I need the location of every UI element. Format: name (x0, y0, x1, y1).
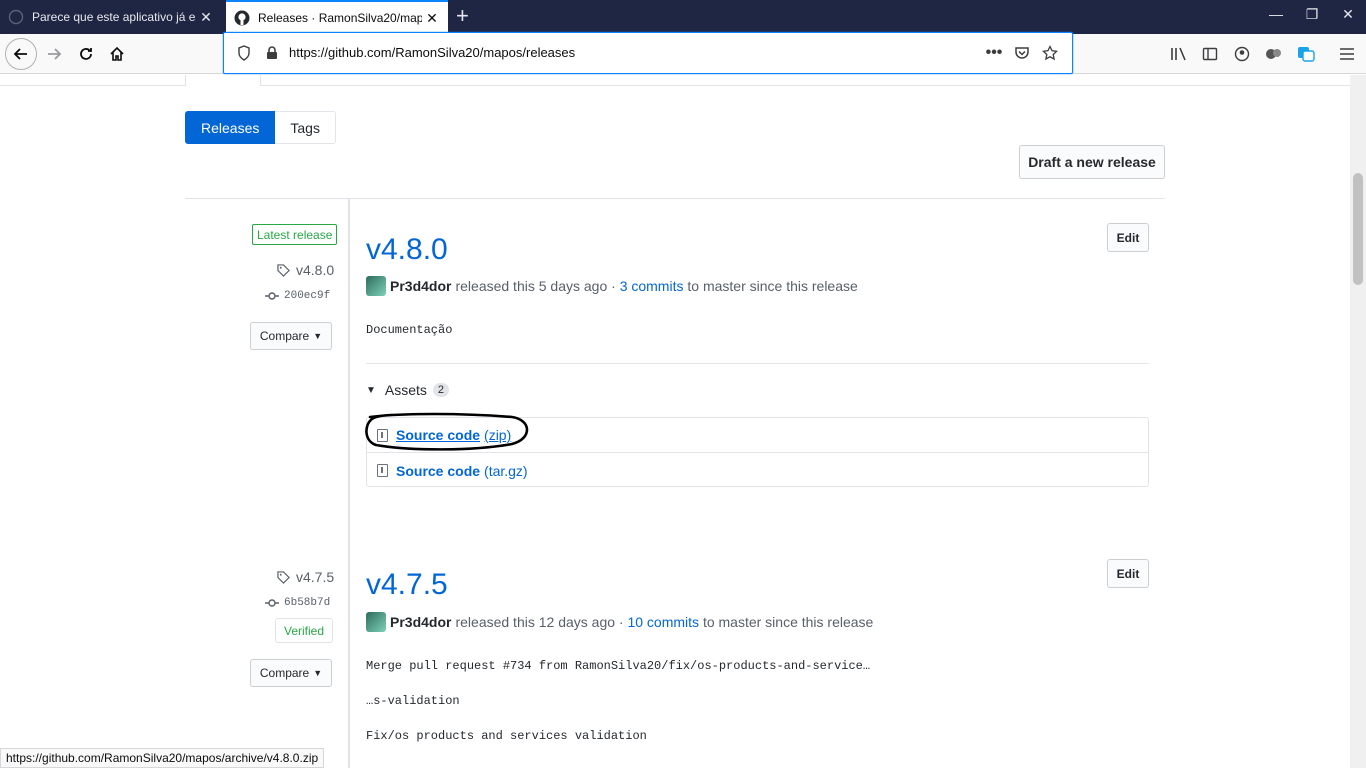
verified-badge[interactable]: Verified (275, 618, 334, 643)
release-body-line: …s-validation (366, 694, 460, 708)
compare-label: Compare (259, 329, 310, 343)
minimize-icon[interactable]: — (1264, 6, 1288, 22)
release-byline: Pr3d4dor released this 12 days ago · 10 … (366, 612, 873, 632)
repo-nav-selected-tab[interactable] (185, 75, 261, 86)
commits-link[interactable]: 3 commits (620, 278, 684, 294)
pocket-icon[interactable] (1013, 44, 1031, 62)
asset-type[interactable]: (tar.gz) (484, 463, 528, 479)
author-link[interactable]: Pr3d4dor (390, 614, 451, 630)
timeline-divider (348, 199, 350, 768)
library-icon[interactable] (1169, 44, 1189, 64)
menu-icon[interactable] (1337, 44, 1357, 64)
file-zip-icon (377, 464, 388, 477)
repo-nav-strip (0, 75, 1350, 86)
browser-tab-active[interactable]: Releases · RamonSilva20/mapo ✕ (226, 0, 448, 34)
globe-icon (8, 9, 24, 25)
reload-icon (80, 48, 92, 60)
tag-icon (277, 263, 290, 277)
draft-new-release-button[interactable]: Draft a new release (1019, 145, 1165, 179)
commit-sha: 200ec9f (284, 290, 331, 302)
avatar[interactable] (366, 276, 386, 296)
reload-button[interactable] (72, 40, 100, 68)
page-content: Releases Tags Draft a new release Latest… (0, 75, 1350, 768)
release-commit[interactable]: 200ec9f (265, 290, 330, 302)
release-byline: Pr3d4dor released this 5 days ago · 3 co… (366, 276, 858, 296)
commit-icon (265, 292, 279, 300)
commits-link[interactable]: 10 commits (627, 614, 699, 630)
forward-button[interactable] (40, 40, 68, 68)
account-icon[interactable] (1232, 44, 1252, 64)
caret-down-icon: ▼ (313, 668, 323, 678)
divider (366, 363, 1149, 364)
edit-release-button[interactable]: Edit (1107, 559, 1149, 588)
commit-icon (265, 599, 279, 607)
arrow-left-icon (13, 48, 27, 60)
release-body-line: Fix/os products and services validation (366, 729, 647, 743)
github-icon (234, 10, 250, 26)
tab-tags[interactable]: Tags (275, 111, 336, 144)
latest-release-badge: Latest release (252, 224, 338, 245)
extension-icon[interactable] (1264, 44, 1284, 64)
since-text: to master since this release (702, 614, 874, 630)
assets-count: 2 (432, 383, 450, 397)
release-commit[interactable]: 6b58b7d (265, 597, 330, 609)
tab-title: Releases · RamonSilva20/mapo (258, 11, 422, 25)
bookmark-star-icon[interactable] (1041, 44, 1059, 62)
tag-icon (277, 570, 290, 584)
home-icon (110, 46, 124, 61)
browser-tab-bar: Parece que este aplicativo já est ✕ Rele… (0, 0, 1366, 34)
url-text[interactable]: https://github.com/RamonSilva20/mapos/re… (289, 45, 575, 60)
close-tab-icon[interactable]: ✕ (196, 9, 216, 26)
commit-sha: 6b58b7d (284, 597, 331, 609)
since-text: to master since this release (687, 278, 858, 294)
release-title[interactable]: v4.8.0 (366, 233, 448, 267)
arrow-right-icon (48, 48, 62, 60)
release-title[interactable]: v4.7.5 (366, 568, 448, 602)
asset-link[interactable]: Source code (396, 463, 480, 479)
sidebar-icon[interactable] (1200, 44, 1220, 64)
browser-tab-inactive[interactable]: Parece que este aplicativo já est ✕ (0, 0, 222, 34)
release-tag-label: v4.7.5 (296, 569, 335, 585)
shield-icon[interactable] (235, 44, 253, 62)
release-tag[interactable]: v4.7.5 (277, 569, 334, 585)
more-actions-icon[interactable]: ••• (985, 44, 1003, 62)
window-close-icon[interactable]: ✕ (1336, 6, 1360, 23)
divider (185, 198, 1165, 199)
tab-releases[interactable]: Releases (185, 111, 276, 144)
scrollbar-thumb[interactable] (1353, 173, 1363, 285)
caret-down-icon: ▼ (313, 331, 323, 341)
tab-title: Parece que este aplicativo já est (32, 10, 196, 24)
lock-icon[interactable] (263, 44, 281, 62)
release-tag[interactable]: v4.8.0 (277, 262, 334, 278)
release-tag-label: v4.8.0 (296, 262, 335, 278)
assets-toggle[interactable]: ▼ Assets 2 (366, 382, 450, 398)
triangle-down-icon: ▼ (366, 384, 376, 396)
page-scrollbar[interactable] (1350, 75, 1366, 768)
released-text: released this 5 days ago · (455, 278, 616, 294)
translate-extension-icon[interactable] (1296, 44, 1316, 64)
edit-release-button[interactable]: Edit (1107, 223, 1149, 252)
url-bar[interactable]: https://github.com/RamonSilva20/mapos/re… (223, 32, 1073, 74)
back-button[interactable] (5, 38, 37, 70)
restore-icon[interactable]: ❐ (1300, 6, 1324, 23)
new-tab-icon[interactable]: + (456, 5, 469, 27)
assets-label: Assets (384, 382, 427, 398)
asset-row[interactable]: Source code (tar.gz) (367, 453, 1148, 488)
compare-button[interactable]: Compare ▼ (250, 322, 332, 350)
close-tab-icon[interactable]: ✕ (422, 10, 442, 27)
compare-button[interactable]: Compare ▼ (250, 659, 332, 687)
avatar[interactable] (366, 612, 386, 632)
home-button[interactable] (103, 40, 131, 68)
release-body-line: Documentação (366, 323, 453, 337)
release-body-line: Merge pull request #734 from RamonSilva2… (366, 659, 871, 673)
compare-label: Compare (259, 666, 310, 680)
annotation-circle (365, 412, 529, 451)
released-text: released this 12 days ago · (455, 614, 624, 630)
releases-subnav: Releases Tags (185, 111, 336, 144)
author-link[interactable]: Pr3d4dor (390, 278, 451, 294)
status-url-preview: https://github.com/RamonSilva20/mapos/ar… (0, 748, 325, 768)
